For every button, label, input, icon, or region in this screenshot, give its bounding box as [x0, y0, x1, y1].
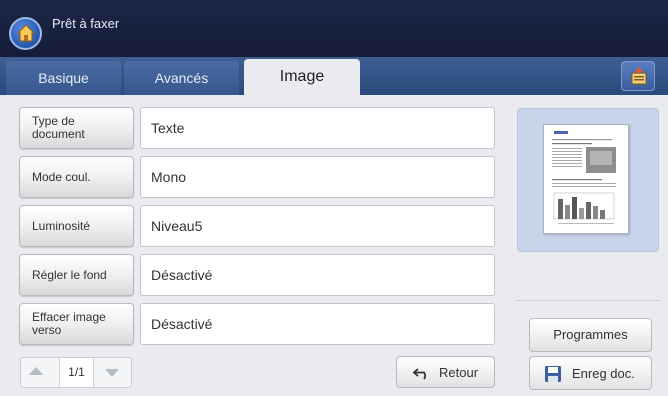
tab-image[interactable]: Image [244, 59, 360, 95]
document-thumbnail-image [552, 131, 616, 224]
color-mode-button[interactable]: Mode coul. [19, 156, 134, 198]
job-status-button[interactable] [621, 61, 655, 91]
brightness-button[interactable]: Luminosité [19, 205, 134, 247]
save-document-label: Enreg doc. [572, 366, 635, 381]
fax-screen: Prêt à faxer Basique Avancés Image Type … [0, 0, 668, 396]
back-button[interactable]: Retour [396, 356, 495, 388]
page-down-icon[interactable] [105, 369, 119, 377]
back-label: Retour [439, 365, 479, 380]
home-button[interactable] [9, 17, 42, 50]
save-document-button[interactable]: Enreg doc. [529, 356, 652, 390]
erase-backside-button[interactable]: Effacer image verso [19, 303, 134, 345]
page-navigator: 1/1 [20, 357, 132, 388]
tab-bar: Basique Avancés Image [0, 57, 668, 95]
floppy-disk-icon [545, 366, 561, 382]
page-title: Prêt à faxer [52, 16, 120, 31]
side-divider [516, 300, 660, 301]
brightness-label: Luminosité [32, 218, 91, 233]
home-icon [17, 24, 35, 42]
page-up-icon[interactable] [29, 367, 43, 375]
color-mode-label: Mode coul. [32, 169, 91, 184]
tab-avances[interactable]: Avancés [124, 61, 239, 95]
title-bar: Prêt à faxer [0, 0, 668, 57]
document-preview [543, 124, 629, 234]
job-status-icon [631, 67, 647, 85]
erase-backside-label: Effacer image verso [32, 310, 106, 337]
page-indicator: 1/1 [59, 358, 94, 387]
erase-backside-value[interactable]: Désactivé [140, 303, 495, 345]
document-type-button[interactable]: Type de document [19, 107, 134, 149]
tab-basique[interactable]: Basique [6, 61, 121, 95]
document-type-label: Type de document [32, 114, 85, 141]
undo-arrow-icon [413, 368, 427, 380]
programs-button[interactable]: Programmes [529, 318, 652, 352]
document-type-value[interactable]: Texte [140, 107, 495, 149]
background-adjust-label: Régler le fond [32, 267, 107, 282]
color-mode-value[interactable]: Mono [140, 156, 495, 198]
brightness-value[interactable]: Niveau5 [140, 205, 495, 247]
background-adjust-value[interactable]: Désactivé [140, 254, 495, 296]
background-adjust-button[interactable]: Régler le fond [19, 254, 134, 296]
